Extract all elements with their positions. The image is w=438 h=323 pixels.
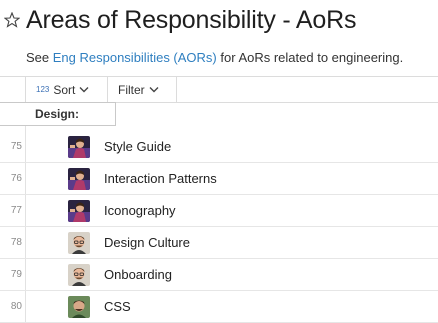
table-row[interactable]: 79 Onboarding xyxy=(0,259,438,291)
chevron-down-icon xyxy=(79,87,89,93)
table-row[interactable]: 76 Interaction Patterns xyxy=(0,163,438,195)
chevron-down-icon xyxy=(149,87,159,93)
avatar[interactable] xyxy=(68,168,90,190)
star-icon[interactable] xyxy=(4,12,20,28)
row-number: 76 xyxy=(10,173,22,184)
row-label[interactable]: Iconography xyxy=(104,195,176,226)
row-number: 77 xyxy=(10,205,22,216)
row-label[interactable]: Design Culture xyxy=(104,227,190,258)
table-row[interactable]: 80 CSS xyxy=(0,291,438,323)
row-number: 79 xyxy=(10,269,22,280)
avatar[interactable] xyxy=(68,264,90,286)
filter-button[interactable]: Filter xyxy=(118,81,159,98)
sort-button[interactable]: 123 Sort xyxy=(36,81,89,98)
toolbar-divider xyxy=(25,77,26,102)
row-number: 80 xyxy=(10,301,22,312)
row-number: 78 xyxy=(10,237,22,248)
table-row[interactable]: 77 Iconography xyxy=(0,195,438,227)
row-label[interactable]: Interaction Patterns xyxy=(104,163,217,194)
filter-label: Filter xyxy=(118,82,145,97)
avatar[interactable] xyxy=(68,232,90,254)
row-label[interactable]: CSS xyxy=(104,291,131,322)
table-row[interactable]: 75 Style Guide xyxy=(0,131,438,163)
subtitle-prefix: See xyxy=(26,50,53,65)
eng-responsibilities-link[interactable]: Eng Responsibilities (AORs) xyxy=(53,50,217,65)
row-label[interactable]: Onboarding xyxy=(104,259,172,290)
row-label[interactable]: Style Guide xyxy=(104,131,171,162)
group-header-design[interactable]: Design: xyxy=(0,102,116,126)
subtitle-suffix: for AoRs related to engineering. xyxy=(216,50,404,65)
toolbar-divider xyxy=(176,77,177,102)
sort-numeric-icon: 123 xyxy=(36,84,50,94)
table-row[interactable]: 78 Design Culture xyxy=(0,227,438,259)
row-number: 75 xyxy=(10,141,22,152)
page-title: Areas of Responsibility - AoRs xyxy=(26,6,357,34)
toolbar: 123 Sort Filter xyxy=(0,76,438,103)
toolbar-divider xyxy=(107,77,108,102)
avatar[interactable] xyxy=(68,200,90,222)
page-subtitle: See Eng Responsibilities (AORs) for AoRs… xyxy=(26,50,403,65)
avatar[interactable] xyxy=(68,296,90,318)
sort-label: Sort xyxy=(53,82,76,97)
avatar[interactable] xyxy=(68,136,90,158)
